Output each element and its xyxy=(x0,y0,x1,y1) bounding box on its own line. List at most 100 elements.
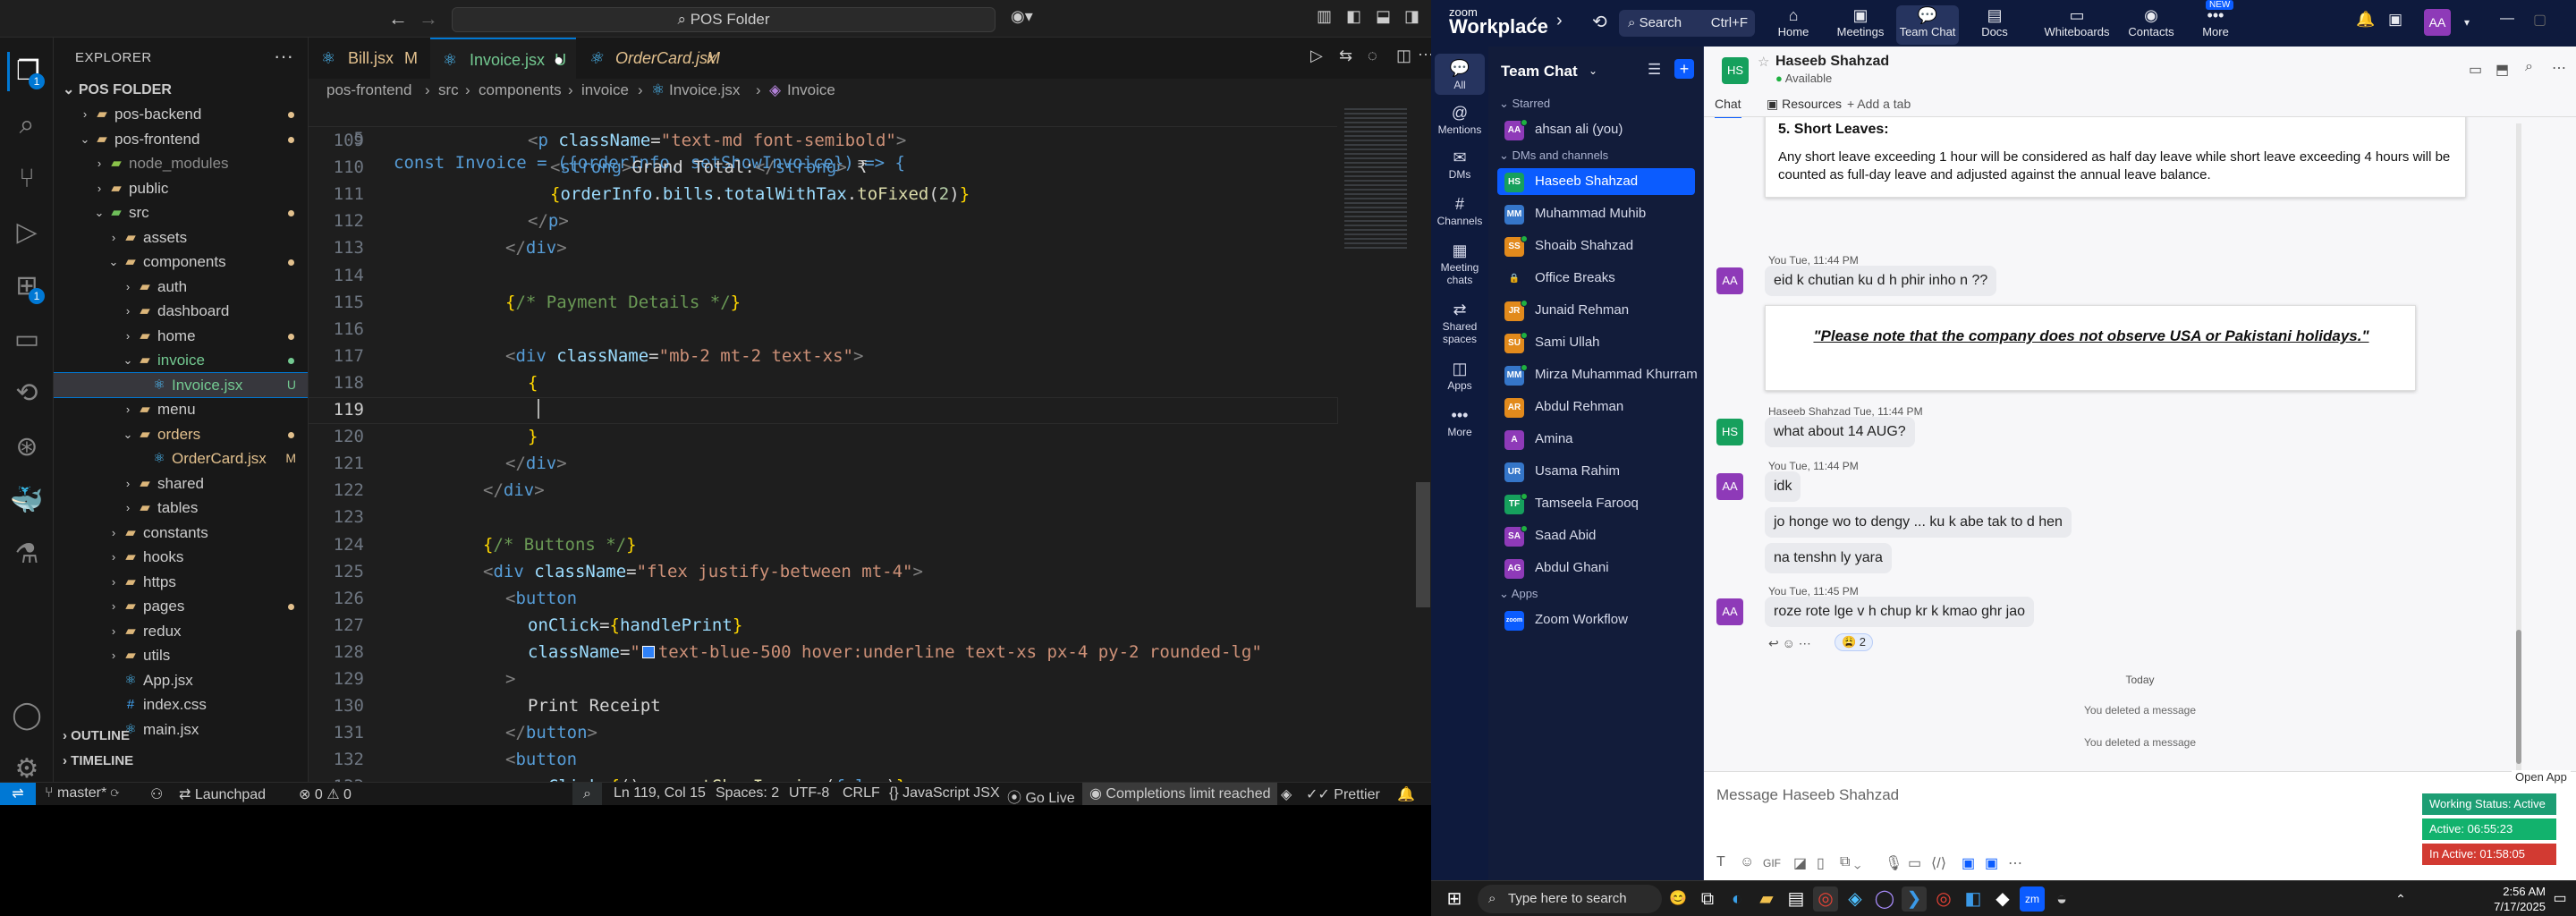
remote-indicator-icon[interactable]: ⇌ xyxy=(0,783,36,806)
avatar[interactable]: AA xyxy=(2424,9,2451,36)
breadcrumb-item[interactable]: src xyxy=(438,81,459,99)
app-icon[interactable]: ◧ xyxy=(1961,886,1986,912)
video-message-icon[interactable]: ▭ xyxy=(1908,854,1921,872)
chat-message[interactable]: idk xyxy=(1765,471,1801,502)
rail-apps[interactable]: ◫ Apps xyxy=(1435,358,1485,392)
tab-add[interactable]: + Add a tab xyxy=(1847,97,1911,111)
tree-folder[interactable]: › ▰ menu xyxy=(54,397,308,422)
chat-list-item[interactable]: A Amina xyxy=(1497,426,1695,453)
more-actions-icon[interactable]: ··· xyxy=(274,45,293,68)
chat-list-item[interactable]: AA ahsan ali (you) xyxy=(1497,116,1695,143)
history-icon[interactable]: ⟲ xyxy=(1592,11,1607,33)
chat-message[interactable]: na tenshn ly yara xyxy=(1765,543,1892,573)
chevron-right-icon[interactable]: › xyxy=(106,643,122,668)
zoom-status-icon[interactable]: ⌕ xyxy=(572,783,602,806)
search-icon[interactable]: ⌕ xyxy=(7,106,47,145)
github-desktop-icon[interactable]: ◯ xyxy=(1872,886,1897,912)
message-scrollbar[interactable] xyxy=(2516,123,2521,771)
chevron-right-icon[interactable]: › xyxy=(106,225,122,250)
breadcrumb-item[interactable]: Invoice xyxy=(787,81,835,99)
tree-folder[interactable]: › ▰ hooks xyxy=(54,545,308,570)
breadcrumb-item[interactable]: Invoice.jsx xyxy=(669,81,740,99)
copilot-icon[interactable]: ◈ xyxy=(1281,785,1292,803)
code-line[interactable]: 131 </button> xyxy=(309,721,1337,746)
back-arrow-icon[interactable]: ← xyxy=(388,7,408,30)
tab-invoice[interactable]: ⚛ Invoice.jsx U ● xyxy=(430,38,576,79)
panel-toggle-icon[interactable]: ⬓ xyxy=(1376,7,1391,26)
extensions-icon[interactable]: ⊞ 1 xyxy=(7,267,47,306)
message-action-icons[interactable]: ↩ ☺ ⋯ xyxy=(1768,636,1811,651)
editor-scrollbar[interactable] xyxy=(1416,482,1430,607)
account-icon[interactable]: ◯ xyxy=(7,696,47,735)
chrome-icon[interactable]: ◎ xyxy=(1931,886,1956,912)
chat-message[interactable]: eid k chutian ku d h phir inho n ?? xyxy=(1765,266,1997,296)
message-input[interactable]: Message Haseeb Shahzad xyxy=(1716,786,1899,804)
chevron-right-icon[interactable]: › xyxy=(91,151,107,176)
nav-home[interactable]: ⌂ Home xyxy=(1762,5,1825,38)
chat-list-item[interactable]: SS Shoaib Shahzad xyxy=(1497,233,1695,259)
chat-list-item[interactable]: SU Sami Ullah xyxy=(1497,329,1695,356)
split-editor-icon[interactable]: ◫ xyxy=(1396,47,1411,65)
tree-folder[interactable]: › ▰ node_modules xyxy=(54,151,308,176)
status-chevron-icon[interactable]: ▾ xyxy=(2464,16,2470,29)
rail-mentions[interactable]: @ Mentions xyxy=(1435,102,1485,136)
chat-contact-name[interactable]: Haseeb Shahzad xyxy=(1775,54,1889,70)
chat-list-item[interactable]: AR Abdul Rehman xyxy=(1497,394,1695,420)
chat-message[interactable]: roze rote lge v h chup kr k kmao ghr jao xyxy=(1765,597,2035,627)
code-line[interactable]: 113 </div> xyxy=(309,236,1337,261)
task-view-icon[interactable]: ⧉ xyxy=(1695,886,1720,912)
code-snippet-icon[interactable]: ⟨/⟩ xyxy=(1931,854,1946,872)
tree-folder[interactable]: › ▰ public xyxy=(54,176,308,201)
edge-icon[interactable]: ◐ xyxy=(1724,886,1750,912)
prettier-status[interactable]: ✓✓ Prettier xyxy=(1306,785,1380,803)
code-line[interactable]: 114 xyxy=(309,264,1337,289)
app-icon[interactable]: ◈ xyxy=(1843,886,1868,912)
run-debug-icon[interactable]: ▷ xyxy=(7,213,47,252)
golive-status[interactable]: ⦿ Go Live xyxy=(1007,785,1075,807)
tree-folder[interactable]: › ▰ https xyxy=(54,570,308,595)
taskbar-search[interactable]: ⌕ Type here to search xyxy=(1478,885,1662,913)
sticky-scroll-line[interactable]: 5 const Invoice = ({orderInfo, setShowIn… xyxy=(309,102,1337,173)
color-swatch[interactable] xyxy=(641,645,655,658)
rail-dms[interactable]: ✉ DMs xyxy=(1435,147,1485,181)
tab-resources[interactable]: ▣ Resources xyxy=(1767,97,1842,112)
chevron-right-icon[interactable]: › xyxy=(106,594,122,619)
tree-folder[interactable]: ⌄ ▰ src xyxy=(54,200,308,225)
notifications-bell-icon[interactable]: 🔔 xyxy=(2356,11,2375,29)
secondary-sidebar-icon[interactable]: ◨ xyxy=(1404,7,1419,26)
open-app-link[interactable]: Open App xyxy=(2512,770,2571,784)
notification-center-icon[interactable]: ▭ xyxy=(2547,886,2572,912)
tree-folder[interactable]: › ▰ dashboard xyxy=(54,299,308,324)
sync-icon[interactable]: ⚇ xyxy=(150,785,163,803)
live-share-icon[interactable]: ⊛ xyxy=(7,428,47,467)
whiteboard-shortcut-icon[interactable]: ▣ xyxy=(2388,11,2402,29)
nav-meetings[interactable]: ▣ Meetings xyxy=(1829,5,1892,38)
chat-list-item[interactable]: zoom Zoom Workflow xyxy=(1497,606,1695,633)
chevron-down-icon[interactable]: ⌄ xyxy=(77,127,93,152)
minimize-icon[interactable]: — xyxy=(2500,11,2514,27)
chat-list-item[interactable]: AG Abdul Ghani xyxy=(1497,555,1695,581)
workspace-root[interactable]: ⌄ POS FOLDER xyxy=(63,81,172,98)
chevron-down-icon[interactable]: ⌄ xyxy=(91,200,107,225)
code-line[interactable]: 127 onClick={handlePrint} xyxy=(309,614,1337,639)
avatar[interactable]: AA xyxy=(1716,473,1743,500)
code-line[interactable]: 115 {/* Payment Details */} xyxy=(309,291,1337,316)
notice-image[interactable]: "Please note that the company does not o… xyxy=(1765,305,2416,391)
team-chat-title[interactable]: Team Chat xyxy=(1501,63,1578,81)
testing-icon[interactable]: ⚗ xyxy=(7,535,47,574)
tree-file[interactable]: ⚛ Invoice.jsx U xyxy=(54,371,308,398)
chrome-icon[interactable]: ◎ xyxy=(1813,886,1838,912)
filter-icon[interactable]: ☰ xyxy=(1648,61,1661,79)
layout-toggle-icon[interactable]: ▥ xyxy=(1317,7,1332,26)
emoji-icon[interactable]: ☺ xyxy=(1740,854,1754,870)
command-center[interactable]: ⌕ POS Folder xyxy=(452,7,996,32)
tree-file[interactable]: ⚛ OrderCard.jsx M xyxy=(54,446,308,471)
notifications-bell-icon[interactable]: 🔔 xyxy=(1397,785,1415,803)
chevron-right-icon[interactable]: › xyxy=(120,275,136,300)
nav-team-chat[interactable]: 💬 Team Chat xyxy=(1896,5,1959,45)
rail-meeting-chats[interactable]: ▦ Meeting chats xyxy=(1435,240,1485,286)
unsaved-dot-icon[interactable]: ● xyxy=(554,39,564,81)
docker-icon[interactable]: 🐳 xyxy=(7,481,47,521)
code-line[interactable]: 126 <button xyxy=(309,587,1337,612)
chat-list-item[interactable]: UR Usama Rahim xyxy=(1497,458,1695,485)
